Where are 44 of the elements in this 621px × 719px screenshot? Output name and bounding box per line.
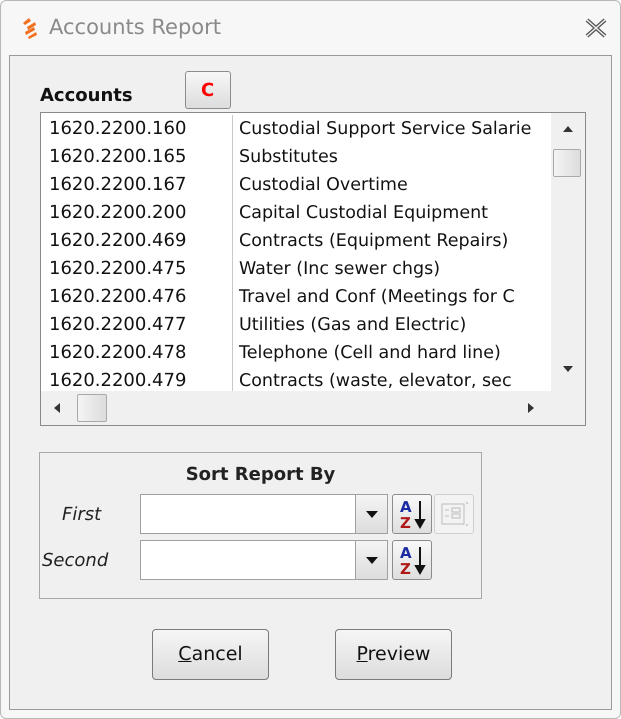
account-description: Water (Inc sewer chgs) (238, 258, 440, 281)
sort-ascending-button[interactable]: A Z (392, 540, 432, 580)
horizontal-scrollbar[interactable] (41, 391, 551, 425)
sort-field-dropdown[interactable] (140, 494, 388, 534)
scroll-right-icon[interactable] (527, 402, 535, 414)
account-code: 1620.2200.477 (41, 311, 233, 339)
dropdown-arrow-icon[interactable] (366, 510, 378, 518)
scroll-left-icon[interactable] (53, 402, 61, 414)
scroll-thumb[interactable] (553, 149, 581, 177)
account-description: Substitutes (238, 146, 338, 169)
account-description: Custodial Support Service Salarie (238, 118, 532, 141)
scroll-thumb[interactable] (77, 394, 107, 422)
window-title: Accounts Report (49, 14, 222, 42)
account-code: 1620.2200.160 (41, 115, 233, 143)
accounts-list[interactable] (40, 112, 586, 426)
scroll-down-icon[interactable] (562, 365, 574, 373)
account-code: 1620.2200.167 (41, 171, 233, 199)
account-description: Contracts (waste, elevator, sec (238, 370, 512, 391)
account-description: Utilities (Gas and Electric) (238, 314, 466, 337)
dropdown-button[interactable] (355, 495, 387, 533)
account-code: 1620.2200.165 (41, 143, 233, 171)
account-description: Custodial Overtime (238, 174, 408, 197)
account-description: Telephone (Cell and hard line) (238, 342, 501, 365)
sort-field-label: Second (41, 548, 110, 572)
dialog-button[interactable]: Preview (335, 629, 452, 680)
account-code: 1620.2200.469 (41, 227, 233, 255)
dropdown-button[interactable] (355, 541, 387, 579)
account-code: 1620.2200.475 (41, 255, 233, 283)
account-code: 1620.2200.476 (41, 283, 233, 311)
dialog-button[interactable]: Cancel (152, 629, 269, 680)
dropdown-arrow-icon[interactable] (366, 556, 378, 564)
account-description: Contracts (Equipment Repairs) (238, 230, 508, 253)
account-description: Capital Custodial Equipment (238, 202, 488, 225)
scroll-up-icon[interactable] (562, 125, 574, 133)
sort-field-dropdown[interactable] (140, 540, 388, 580)
close-icon[interactable] (584, 18, 608, 38)
vertical-scrollbar[interactable] (551, 113, 585, 391)
group-title: Sort Report By (184, 463, 336, 487)
account-code: 1620.2200.478 (41, 339, 233, 367)
account-description: Travel and Conf (Meetings for C (238, 286, 515, 309)
sort-ascending-button[interactable]: A Z (392, 494, 432, 534)
account-code: 1620.2200.200 (41, 199, 233, 227)
accounts-label: Accounts (40, 84, 133, 108)
sort-field-label: First (61, 502, 103, 526)
